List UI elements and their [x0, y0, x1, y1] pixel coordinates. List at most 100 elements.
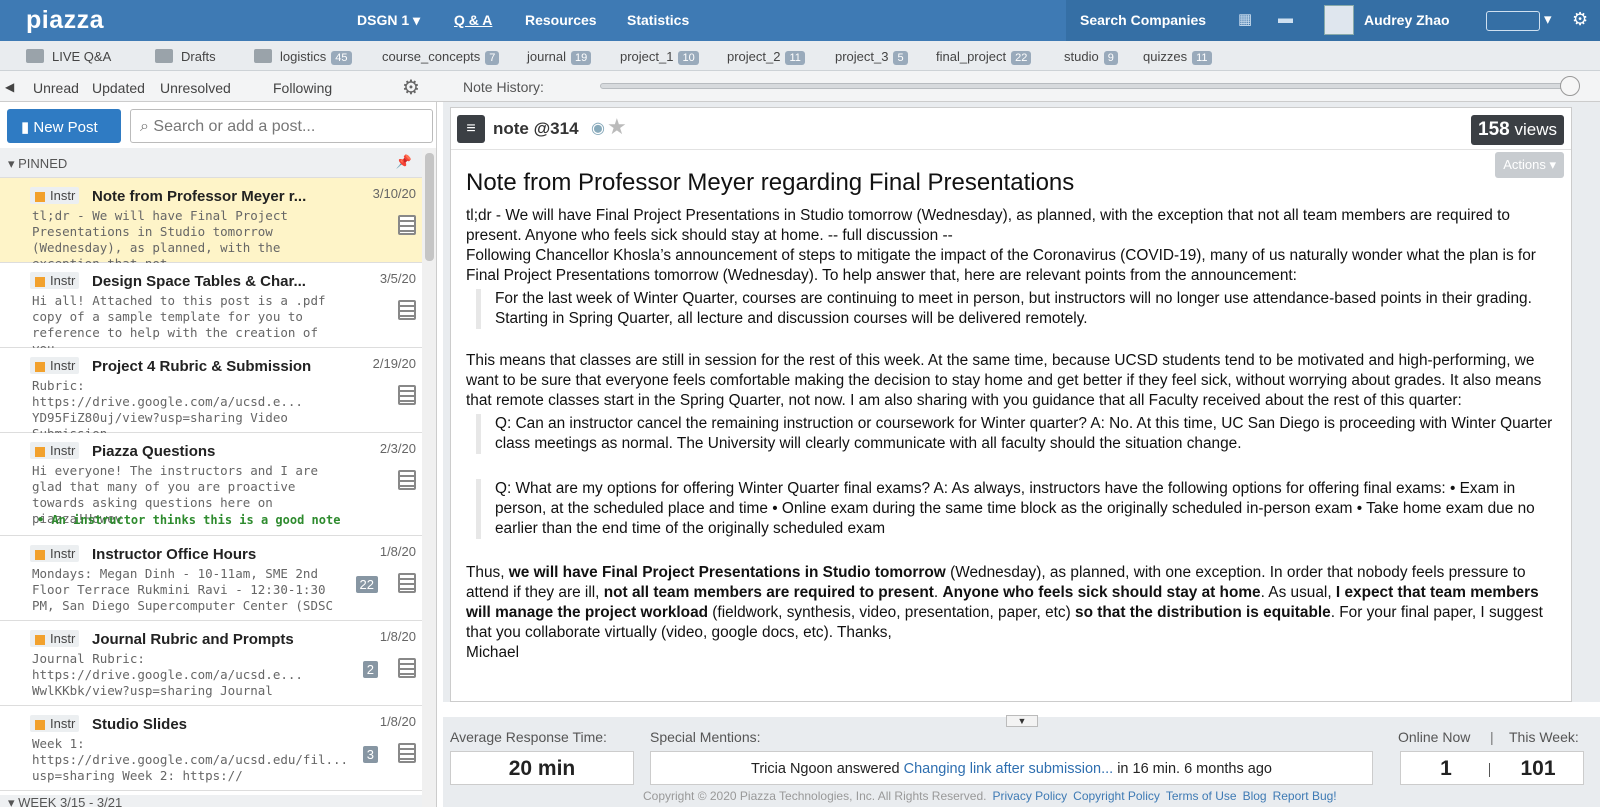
account-dropdown[interactable] [1486, 11, 1540, 31]
gear-icon[interactable]: ⚙ [1572, 9, 1588, 30]
pinned-section-header[interactable]: ▾ PINNED 📌 [0, 148, 422, 178]
post-row[interactable]: Instr Journal Rubric and Prompts 1/8/20 … [0, 621, 422, 706]
post-row[interactable]: Instr Project 4 Rubric & Submission 2/19… [0, 348, 422, 441]
folder-course-concepts[interactable]: course_concepts 7 [382, 49, 500, 65]
top-nav-bar: piazza DSGN 1 ▾ Q & A Resources Statisti… [0, 0, 1600, 41]
note-history-slider[interactable] [600, 83, 1566, 89]
slider-handle[interactable] [1560, 76, 1580, 96]
post-snippet: Mondays: Megan Dinh - 10-11am, SME 2nd F… [32, 566, 334, 613]
online-now-label: Online Now [1398, 729, 1471, 745]
week-label: WEEK 3/15 - 3/21 [18, 795, 123, 807]
folder-count-badge: 45 [331, 51, 352, 65]
post-row[interactable]: Instr Instructor Office Hours 1/8/20 Mon… [0, 536, 422, 621]
calendar-icon[interactable]: ▦ [1238, 10, 1252, 28]
course-selector[interactable]: DSGN 1 ▾ [357, 12, 420, 29]
folder-journal[interactable]: journal 19 [527, 49, 592, 65]
filter-unresolved[interactable]: Unresolved [160, 80, 231, 96]
filter-following[interactable]: Following [273, 80, 332, 96]
instructor-tag: Instr [30, 442, 80, 459]
folder-logistics[interactable]: logistics 45 [254, 49, 352, 65]
chevron-down-icon: ▾ [8, 156, 19, 171]
terms-link[interactable]: Terms of Use [1166, 789, 1237, 803]
post-title: Studio Slides [92, 716, 188, 733]
post-date: 3/5/20 [379, 271, 416, 286]
search-companies-link[interactable]: Search Companies [1080, 12, 1206, 28]
mention-link[interactable]: Changing link after submission... [904, 761, 1114, 777]
post-row[interactable]: Instr Piazza Questions 2/3/20 Hi everyon… [0, 433, 422, 536]
folder-count-badge: 19 [571, 51, 592, 65]
note-pane: ≡ note @314 ◉ ★ 158 views Actions ▾ Note… [443, 102, 1600, 702]
avatar[interactable] [1324, 5, 1354, 35]
chat-icon[interactable]: ▬ [1278, 10, 1293, 27]
nav-statistics[interactable]: Statistics [627, 12, 689, 28]
filter-unread[interactable]: Unread [33, 80, 79, 96]
folder-label: project_3 [835, 49, 889, 64]
avg-response-label: Average Response Time: [450, 729, 607, 745]
blockquote: For the last week of Winter Quarter, cou… [476, 289, 1556, 329]
blog-link[interactable]: Blog [1243, 789, 1267, 803]
note-icon [398, 300, 416, 320]
note-icon [398, 573, 416, 593]
instructor-tag: Instr [30, 272, 80, 289]
folder-project-1[interactable]: project_1 10 [620, 49, 699, 65]
pin-icon: 📌 [395, 154, 412, 169]
instructor-tag: Instr [30, 715, 80, 732]
nav-resources[interactable]: Resources [525, 12, 597, 28]
copyright-policy-link[interactable]: Copyright Policy [1073, 789, 1160, 803]
report-bug-link[interactable]: Report Bug! [1273, 789, 1337, 803]
folder-label: course_concepts [382, 49, 481, 64]
folder-count-badge: 10 [678, 51, 699, 65]
footer: Copyright © 2020 Piazza Technologies, In… [643, 789, 1337, 803]
chevron-down-icon: ▾ [8, 795, 19, 807]
note-paragraph: tl;dr - We will have Final Project Prese… [466, 207, 1510, 244]
folder-label: project_1 [620, 49, 674, 64]
week-section-header[interactable]: ▾ WEEK 3/15 - 3/21 [0, 795, 422, 807]
views-word: views [1514, 120, 1557, 139]
folder-icon [155, 49, 173, 63]
note-card: ≡ note @314 ◉ ★ 158 views Actions ▾ Note… [450, 107, 1572, 702]
user-name[interactable]: Audrey Zhao [1364, 12, 1450, 28]
note-header: ≡ note @314 ◉ ★ 158 views [451, 108, 1571, 150]
folder-project-2[interactable]: project_2 11 [727, 49, 805, 65]
folder-quizzes[interactable]: quizzes 11 [1143, 49, 1212, 65]
folder-live-qa[interactable]: LIVE Q&A [26, 49, 111, 64]
new-post-label: New Post [33, 119, 98, 136]
text-run: Thus, [466, 564, 509, 581]
note-icon [398, 658, 416, 678]
watch-icon[interactable]: ◉ [591, 118, 605, 138]
filter-updated[interactable]: Updated [92, 80, 145, 96]
post-title: Design Space Tables & Char... [92, 273, 306, 290]
instructor-tag: Instr [30, 630, 80, 647]
star-icon[interactable]: ★ [607, 114, 627, 140]
post-row[interactable]: Instr Note from Professor Meyer r... 3/1… [0, 178, 422, 271]
nav-qa[interactable]: Q & A [454, 12, 492, 28]
folder-drafts[interactable]: Drafts [155, 49, 216, 64]
new-post-button[interactable]: ▮ New Post [7, 109, 121, 143]
collapse-left-icon[interactable]: ◀ [5, 80, 14, 94]
online-stats-box: 1 101 [1400, 751, 1584, 785]
privacy-policy-link[interactable]: Privacy Policy [992, 789, 1067, 803]
folder-label: LIVE Q&A [52, 49, 112, 64]
scrollbar-thumb[interactable] [425, 153, 434, 261]
folder-studio[interactable]: studio 9 [1064, 49, 1118, 65]
expand-stats-icon[interactable]: ▼ [1006, 715, 1038, 727]
gear-icon[interactable]: ⚙ [402, 75, 420, 100]
search-icon: ⌕ [140, 118, 154, 135]
folder-label: Drafts [181, 49, 216, 64]
menu-icon[interactable]: ≡ [457, 115, 485, 143]
chevron-down-icon[interactable]: ▾ [1544, 10, 1552, 28]
piazza-logo[interactable]: piazza [26, 6, 104, 35]
note-title: Note from Professor Meyer regarding Fina… [466, 169, 1075, 196]
post-title: Journal Rubric and Prompts [92, 631, 294, 648]
post-list-pane: ▮ New Post ⌕ Search or add a post... ▾ P… [0, 102, 437, 807]
folder-label: project_2 [727, 49, 781, 64]
search-input[interactable]: ⌕ Search or add a post... [130, 109, 433, 143]
folder-final-project[interactable]: final_project 22 [936, 49, 1032, 65]
note-history-bar: Note History: [443, 71, 1600, 102]
bold-text: Anyone who feels sick should stay at hom… [942, 584, 1261, 601]
post-title: Instructor Office Hours [92, 546, 257, 563]
folder-project-3[interactable]: project_3 5 [835, 49, 908, 65]
post-row[interactable]: Instr Design Space Tables & Char... 3/5/… [0, 263, 422, 356]
post-row[interactable]: Instr Studio Slides 1/8/20 Week 1: https… [0, 706, 422, 791]
post-date: 2/19/20 [372, 356, 416, 371]
